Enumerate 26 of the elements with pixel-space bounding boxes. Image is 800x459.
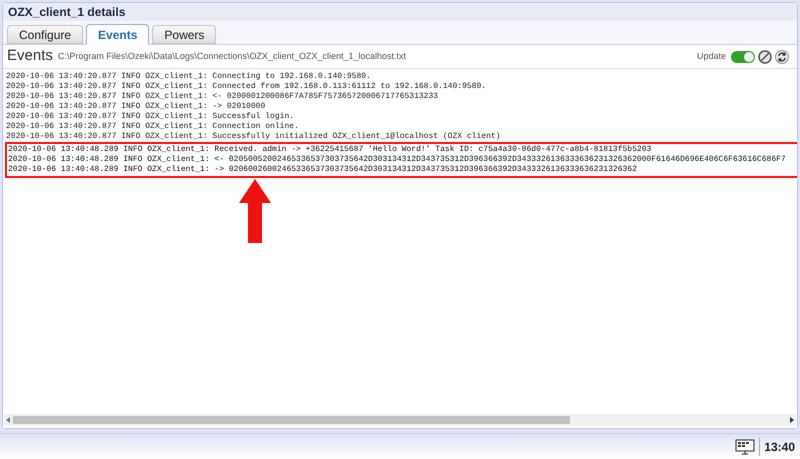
arrow-icon	[239, 179, 271, 243]
tab[interactable]: Events	[86, 24, 150, 45]
scroll-left-icon[interactable]	[6, 417, 10, 423]
scroll-right-icon[interactable]	[790, 417, 794, 423]
file-path: C:\Program Files\Ozeki\Data\Logs\Connections\OZX_client_OZX_client_1_localhost.txt	[58, 50, 406, 63]
log-line: 2020-10-06 13:40:48.289 INFO OZX_client_1: <- 02050052002465336537303735642D303134312D343735312D396366392D3433326136333636231326362000F61646D696E406C6F63616C686F7	[8, 155, 786, 165]
log-line: 2020-10-06 13:40:20.877 INFO OZX_client_1: Successfully initialized OZX_client_1@localhost (OZX client)	[6, 132, 500, 142]
tab[interactable]: Powers	[152, 25, 216, 44]
window-title: OZX_client_1 details	[3, 3, 797, 21]
log-line: 2020-10-06 13:40:20.877 INFO OZX_client_1: <- 0200001200086F7A785F757365720006717765313233	[6, 92, 438, 102]
monitor-icon[interactable]	[735, 438, 756, 454]
tab[interactable]: Configure	[7, 25, 84, 44]
log-line: 2020-10-06 13:40:20.877 INFO OZX_client_1: -> 02010000	[6, 102, 266, 112]
update-toggle[interactable]	[731, 50, 755, 62]
refresh-icon[interactable]	[775, 50, 789, 64]
cancel-icon[interactable]	[758, 50, 772, 64]
horizontal-scrollbar[interactable]	[4, 414, 796, 426]
log-line: 2020-10-06 13:40:20.877 INFO OZX_client_1: Connecting to 192.168.0.140:9580.	[6, 72, 371, 82]
log-line: 2020-10-06 13:40:20.877 INFO OZX_client_1: Connected from 192.168.0.113:61112 to 192.168.0.140:9580.	[6, 82, 486, 92]
log-line: 2020-10-06 13:40:20.877 INFO OZX_client_1: Connection online.	[6, 122, 299, 132]
clock: 13:40	[764, 438, 795, 456]
section-title: Events	[7, 46, 53, 66]
log-line: 2020-10-06 13:40:20.877 INFO OZX_client_1: Successful login.	[6, 112, 294, 122]
log-line: 2020-10-06 13:40:48.289 INFO OZX_client_1: -> 02060026002465336537303735642D303134312D343735312D396366392D3433326136333636231326362	[8, 165, 637, 175]
log-line: 2020-10-06 13:40:48.289 INFO OZX_client_1: Received. admin -> +36225415687 'Hello Word!' Task ID: c75a4a30-86d0-477c-a8b4-81813f5b5203	[8, 145, 652, 155]
update-label: Update	[696, 50, 726, 63]
